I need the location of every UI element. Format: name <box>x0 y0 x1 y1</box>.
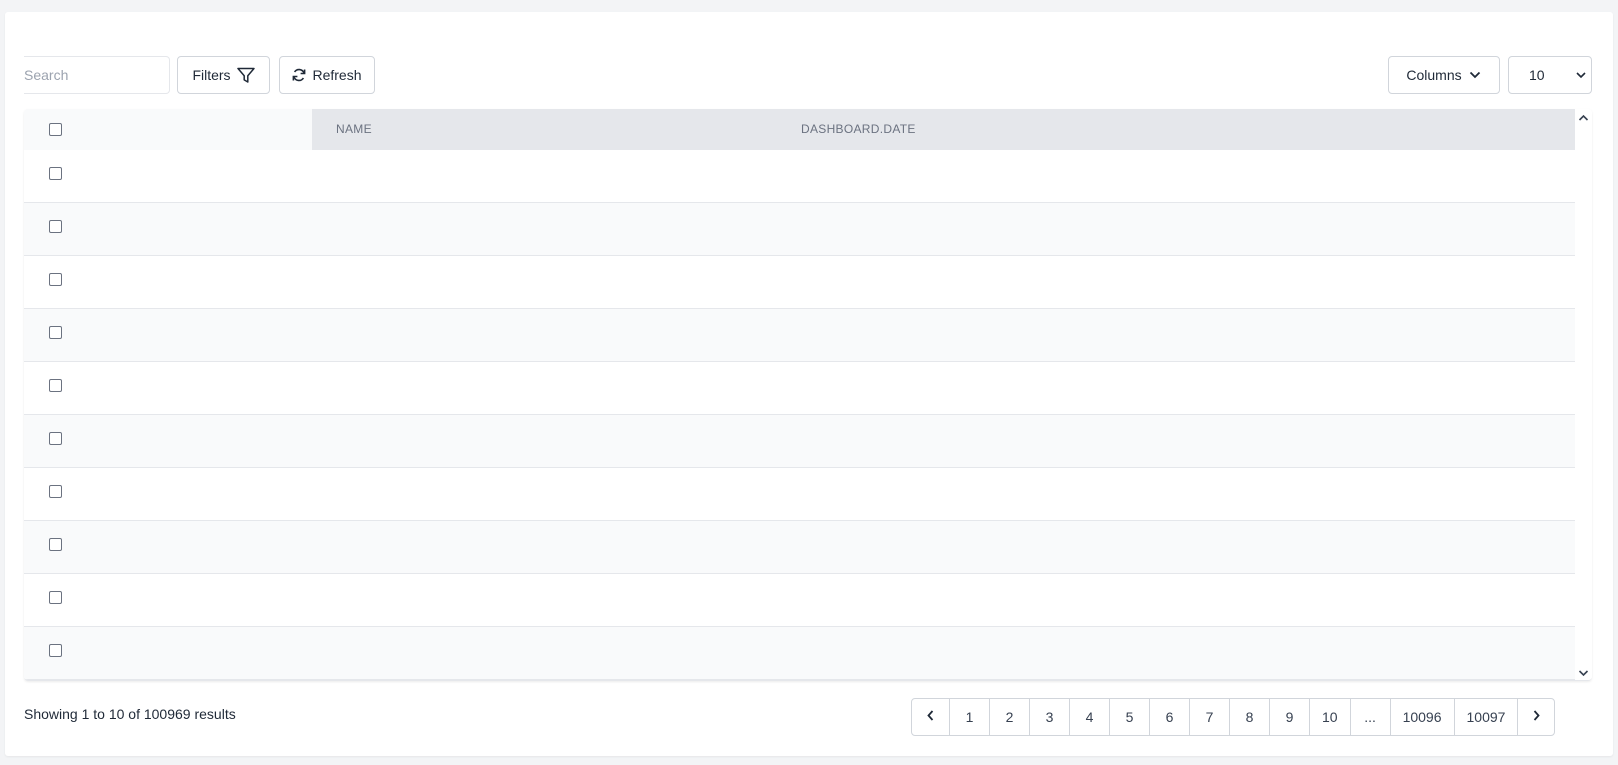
filters-button[interactable]: Filters <box>177 56 270 94</box>
row-checkbox[interactable] <box>49 220 62 233</box>
page-button-3[interactable]: 3 <box>1029 699 1069 735</box>
table-row[interactable] <box>24 362 1575 415</box>
chevron-down-icon <box>1468 70 1482 80</box>
table-toolbar: Filters Refresh Columns 10 <box>24 56 1592 94</box>
row-checkbox[interactable] <box>49 273 62 286</box>
next-page-button[interactable] <box>1517 699 1554 735</box>
row-checkbox[interactable] <box>49 167 62 180</box>
data-table: NAME DASHBOARD.DATE <box>24 109 1592 681</box>
page-button-1[interactable]: 1 <box>949 699 989 735</box>
page-button-7[interactable]: 7 <box>1189 699 1229 735</box>
chevron-down-icon <box>1575 71 1587 79</box>
page-button-6[interactable]: 6 <box>1149 699 1189 735</box>
pagination: 1 2 3 4 5 6 7 8 9 10 ... 10096 10097 <box>911 698 1556 736</box>
table-header: NAME DASHBOARD.DATE <box>24 109 1575 150</box>
table-row[interactable] <box>24 627 1575 680</box>
chevron-right-icon <box>1532 709 1541 725</box>
page-ellipsis: ... <box>1349 699 1390 735</box>
per-page-value: 10 <box>1529 67 1545 83</box>
select-all-checkbox[interactable] <box>49 123 62 136</box>
scroll-down-arrow-icon[interactable] <box>1578 667 1589 678</box>
chevron-left-icon <box>926 709 935 725</box>
table-row[interactable] <box>24 150 1575 203</box>
row-checkbox[interactable] <box>49 432 62 445</box>
table-body <box>24 150 1575 680</box>
page-button-4[interactable]: 4 <box>1069 699 1109 735</box>
row-checkbox[interactable] <box>49 538 62 551</box>
columns-header-band <box>312 109 1575 150</box>
table-row[interactable] <box>24 574 1575 627</box>
per-page-select[interactable]: 10 <box>1508 56 1592 94</box>
row-checkbox[interactable] <box>49 591 62 604</box>
columns-dropdown-button[interactable]: Columns <box>1388 56 1500 94</box>
search-input[interactable] <box>24 56 170 94</box>
filters-label: Filters <box>192 67 231 83</box>
scroll-up-arrow-icon[interactable] <box>1578 112 1589 123</box>
results-summary: Showing 1 to 10 of 100969 results <box>24 706 236 722</box>
table-row[interactable] <box>24 415 1575 468</box>
page-button-9[interactable]: 9 <box>1269 699 1309 735</box>
column-header-name[interactable]: NAME <box>336 109 372 150</box>
select-column-header <box>24 109 312 150</box>
columns-label: Columns <box>1406 67 1462 83</box>
page-button-10096[interactable]: 10096 <box>1389 699 1454 735</box>
row-checkbox[interactable] <box>49 326 62 339</box>
table-row[interactable] <box>24 309 1575 362</box>
table-row[interactable] <box>24 521 1575 574</box>
table-row[interactable] <box>24 203 1575 256</box>
column-header-dashboard-date[interactable]: DASHBOARD.DATE <box>801 109 916 150</box>
table-row[interactable] <box>24 256 1575 309</box>
row-checkbox[interactable] <box>49 644 62 657</box>
page-button-5[interactable]: 5 <box>1109 699 1149 735</box>
page-button-2[interactable]: 2 <box>989 699 1029 735</box>
table-row[interactable] <box>24 468 1575 521</box>
page-button-10[interactable]: 10 <box>1309 699 1350 735</box>
refresh-icon <box>292 68 306 82</box>
row-checkbox[interactable] <box>49 379 62 392</box>
vertical-scrollbar[interactable] <box>1575 109 1592 680</box>
row-checkbox[interactable] <box>49 485 62 498</box>
refresh-label: Refresh <box>312 67 362 83</box>
filter-funnel-icon <box>236 67 255 84</box>
previous-page-button[interactable] <box>912 699 949 735</box>
page-button-10097[interactable]: 10097 <box>1453 699 1518 735</box>
page-button-8[interactable]: 8 <box>1229 699 1269 735</box>
refresh-button[interactable]: Refresh <box>279 56 375 94</box>
